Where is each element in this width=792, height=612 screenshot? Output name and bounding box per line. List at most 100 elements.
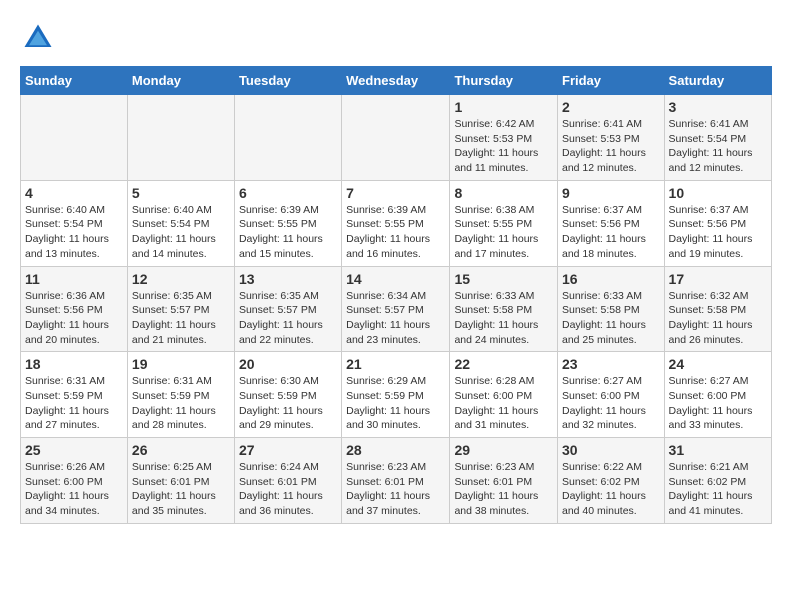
calendar-header: Sunday Monday Tuesday Wednesday Thursday…	[21, 67, 772, 95]
day-number: 23	[562, 356, 660, 372]
day-number: 15	[454, 271, 553, 287]
day-number: 28	[346, 442, 445, 458]
day-info: Sunrise: 6:39 AMSunset: 5:55 PMDaylight:…	[239, 203, 337, 262]
day-number: 3	[669, 99, 767, 115]
calendar-table: Sunday Monday Tuesday Wednesday Thursday…	[20, 66, 772, 524]
calendar-cell: 23 Sunrise: 6:27 AMSunset: 6:00 PMDayligh…	[558, 352, 665, 438]
col-sunday: Sunday	[21, 67, 128, 95]
logo-icon	[20, 20, 56, 56]
day-info: Sunrise: 6:22 AMSunset: 6:02 PMDaylight:…	[562, 460, 660, 519]
day-number: 21	[346, 356, 445, 372]
col-saturday: Saturday	[664, 67, 771, 95]
day-info: Sunrise: 6:27 AMSunset: 6:00 PMDaylight:…	[562, 374, 660, 433]
day-number: 1	[454, 99, 553, 115]
day-number: 26	[132, 442, 230, 458]
day-info: Sunrise: 6:35 AMSunset: 5:57 PMDaylight:…	[132, 289, 230, 348]
day-info: Sunrise: 6:40 AMSunset: 5:54 PMDaylight:…	[132, 203, 230, 262]
day-info: Sunrise: 6:38 AMSunset: 5:55 PMDaylight:…	[454, 203, 553, 262]
calendar-cell	[21, 95, 128, 181]
calendar-cell: 16Sunrise: 6:33 AMSunset: 5:58 PMDayligh…	[558, 266, 665, 352]
day-number: 19	[132, 356, 230, 372]
day-number: 22	[454, 356, 553, 372]
calendar-week: 18 Sunrise: 6:31 AMSunset: 5:59 PMDayligh…	[21, 352, 772, 438]
day-info: Sunrise: 6:35 AMSunset: 5:57 PMDaylight:…	[239, 289, 337, 348]
header-row: Sunday Monday Tuesday Wednesday Thursday…	[21, 67, 772, 95]
day-info: Sunrise: 6:39 AMSunset: 5:55 PMDaylight:…	[346, 203, 445, 262]
calendar-cell: 24 Sunrise: 6:27 AMSunset: 6:00 PMDayligh…	[664, 352, 771, 438]
day-info: Sunrise: 6:23 AMSunset: 6:01 PMDaylight:…	[346, 460, 445, 519]
calendar-cell: 6 Sunrise: 6:39 AMSunset: 5:55 PMDaylight…	[234, 180, 341, 266]
calendar-cell: 1 Sunrise: 6:42 AMSunset: 5:53 PMDaylight…	[450, 95, 558, 181]
day-number: 13	[239, 271, 337, 287]
day-number: 11	[25, 271, 123, 287]
day-number: 4	[25, 185, 123, 201]
day-number: 29	[454, 442, 553, 458]
day-number: 10	[669, 185, 767, 201]
day-info: Sunrise: 6:30 AMSunset: 5:59 PMDaylight:…	[239, 374, 337, 433]
calendar-cell: 28 Sunrise: 6:23 AMSunset: 6:01 PMDayligh…	[342, 438, 450, 524]
day-info: Sunrise: 6:36 AMSunset: 5:56 PMDaylight:…	[25, 289, 123, 348]
day-info: Sunrise: 6:34 AMSunset: 5:57 PMDaylight:…	[346, 289, 445, 348]
day-number: 9	[562, 185, 660, 201]
calendar-cell: 11 Sunrise: 6:36 AMSunset: 5:56 PMDayligh…	[21, 266, 128, 352]
day-number: 24	[669, 356, 767, 372]
calendar-cell: 27 Sunrise: 6:24 AMSunset: 6:01 PMDayligh…	[234, 438, 341, 524]
calendar-cell: 20Sunrise: 6:30 AMSunset: 5:59 PMDayligh…	[234, 352, 341, 438]
calendar-cell: 12 Sunrise: 6:35 AMSunset: 5:57 PMDayligh…	[127, 266, 234, 352]
calendar-cell: 4 Sunrise: 6:40 AMSunset: 5:54 PMDaylight…	[21, 180, 128, 266]
col-friday: Friday	[558, 67, 665, 95]
calendar-cell: 15 Sunrise: 6:33 AMSunset: 5:58 PMDayligh…	[450, 266, 558, 352]
calendar-cell: 31Sunrise: 6:21 AMSunset: 6:02 PMDayligh…	[664, 438, 771, 524]
calendar-week: 1 Sunrise: 6:42 AMSunset: 5:53 PMDaylight…	[21, 95, 772, 181]
day-number: 25	[25, 442, 123, 458]
day-info: Sunrise: 6:31 AMSunset: 5:59 PMDaylight:…	[25, 374, 123, 433]
day-number: 17	[669, 271, 767, 287]
col-wednesday: Wednesday	[342, 67, 450, 95]
day-info: Sunrise: 6:27 AMSunset: 6:00 PMDaylight:…	[669, 374, 767, 433]
day-number: 5	[132, 185, 230, 201]
day-info: Sunrise: 6:41 AMSunset: 5:54 PMDaylight:…	[669, 117, 767, 176]
calendar-cell	[127, 95, 234, 181]
day-number: 2	[562, 99, 660, 115]
day-number: 12	[132, 271, 230, 287]
day-number: 14	[346, 271, 445, 287]
day-number: 7	[346, 185, 445, 201]
calendar-cell: 9 Sunrise: 6:37 AMSunset: 5:56 PMDaylight…	[558, 180, 665, 266]
day-info: Sunrise: 6:32 AMSunset: 5:58 PMDaylight:…	[669, 289, 767, 348]
calendar-cell: 25 Sunrise: 6:26 AMSunset: 6:00 PMDayligh…	[21, 438, 128, 524]
calendar-cell: 7 Sunrise: 6:39 AMSunset: 5:55 PMDaylight…	[342, 180, 450, 266]
day-number: 16	[562, 271, 660, 287]
day-info: Sunrise: 6:25 AMSunset: 6:01 PMDaylight:…	[132, 460, 230, 519]
day-info: Sunrise: 6:41 AMSunset: 5:53 PMDaylight:…	[562, 117, 660, 176]
day-info: Sunrise: 6:37 AMSunset: 5:56 PMDaylight:…	[562, 203, 660, 262]
day-info: Sunrise: 6:21 AMSunset: 6:02 PMDaylight:…	[669, 460, 767, 519]
calendar-cell: 17 Sunrise: 6:32 AMSunset: 5:58 PMDayligh…	[664, 266, 771, 352]
calendar-cell: 8Sunrise: 6:38 AMSunset: 5:55 PMDaylight…	[450, 180, 558, 266]
calendar-body: 1 Sunrise: 6:42 AMSunset: 5:53 PMDaylight…	[21, 95, 772, 524]
calendar-cell	[234, 95, 341, 181]
day-info: Sunrise: 6:40 AMSunset: 5:54 PMDaylight:…	[25, 203, 123, 262]
calendar-cell: 14 Sunrise: 6:34 AMSunset: 5:57 PMDayligh…	[342, 266, 450, 352]
calendar-cell: 10Sunrise: 6:37 AMSunset: 5:56 PMDayligh…	[664, 180, 771, 266]
day-info: Sunrise: 6:26 AMSunset: 6:00 PMDaylight:…	[25, 460, 123, 519]
calendar-cell: 18 Sunrise: 6:31 AMSunset: 5:59 PMDayligh…	[21, 352, 128, 438]
page-header	[20, 20, 772, 56]
day-info: Sunrise: 6:33 AMSunset: 5:58 PMDaylight:…	[454, 289, 553, 348]
calendar-week: 11 Sunrise: 6:36 AMSunset: 5:56 PMDayligh…	[21, 266, 772, 352]
col-monday: Monday	[127, 67, 234, 95]
logo	[20, 20, 62, 56]
col-tuesday: Tuesday	[234, 67, 341, 95]
day-number: 27	[239, 442, 337, 458]
day-info: Sunrise: 6:23 AMSunset: 6:01 PMDaylight:…	[454, 460, 553, 519]
day-number: 30	[562, 442, 660, 458]
col-thursday: Thursday	[450, 67, 558, 95]
calendar-cell: 26 Sunrise: 6:25 AMSunset: 6:01 PMDayligh…	[127, 438, 234, 524]
day-info: Sunrise: 6:24 AMSunset: 6:01 PMDaylight:…	[239, 460, 337, 519]
calendar-cell: 22Sunrise: 6:28 AMSunset: 6:00 PMDayligh…	[450, 352, 558, 438]
day-number: 18	[25, 356, 123, 372]
calendar-cell: 19Sunrise: 6:31 AMSunset: 5:59 PMDayligh…	[127, 352, 234, 438]
calendar-cell: 30 Sunrise: 6:22 AMSunset: 6:02 PMDayligh…	[558, 438, 665, 524]
day-info: Sunrise: 6:29 AMSunset: 5:59 PMDaylight:…	[346, 374, 445, 433]
day-number: 6	[239, 185, 337, 201]
day-info: Sunrise: 6:42 AMSunset: 5:53 PMDaylight:…	[454, 117, 553, 176]
